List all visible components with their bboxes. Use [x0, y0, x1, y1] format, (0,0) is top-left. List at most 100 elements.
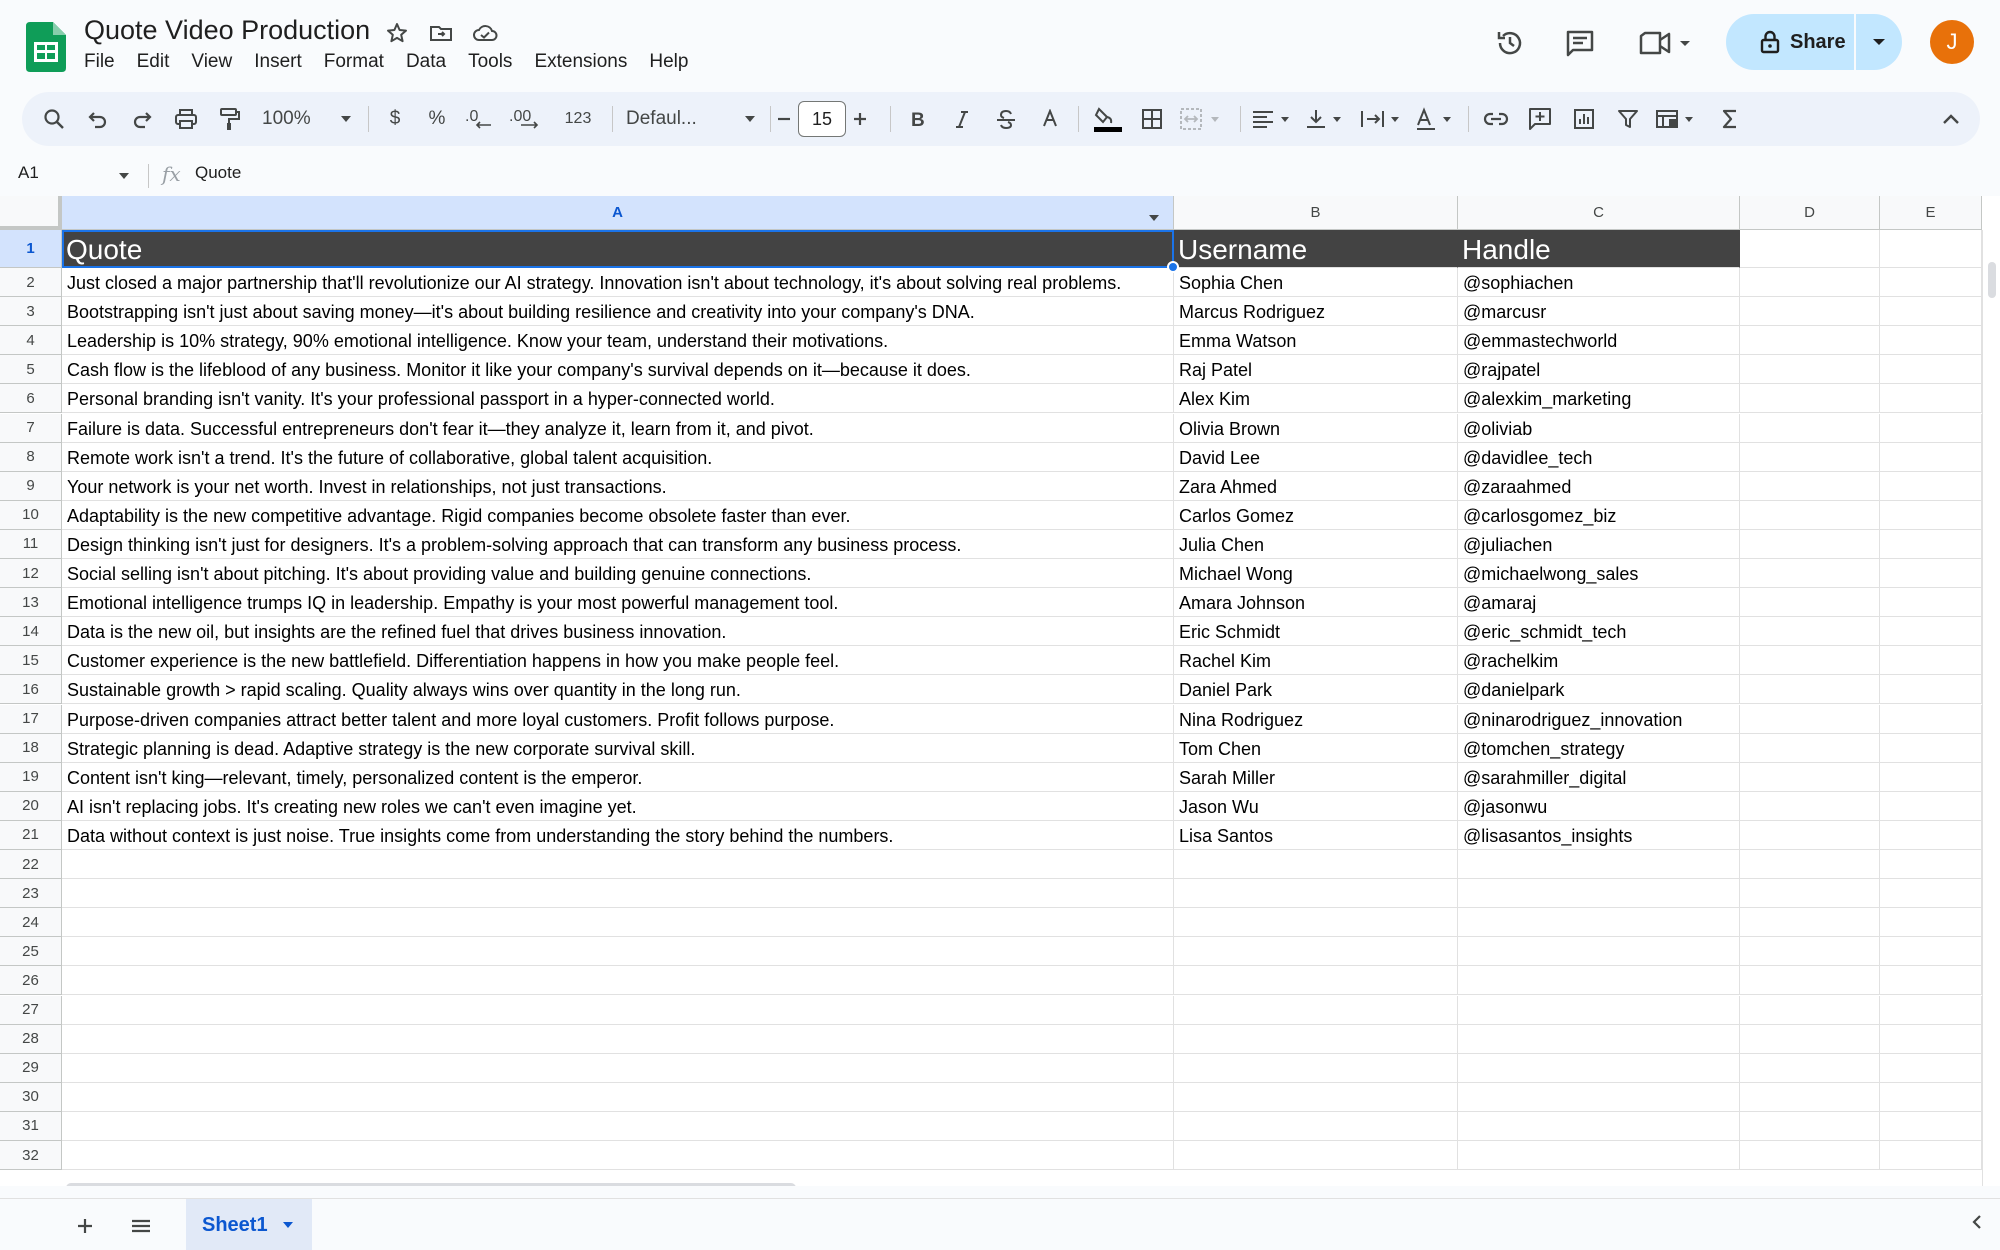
- table-cell[interactable]: Sustainable growth > rapid scaling. Qual…: [62, 675, 1174, 705]
- table-cell[interactable]: @lisasantos_insights: [1458, 820, 1740, 850]
- table-cell[interactable]: [1740, 355, 1880, 385]
- table-cell[interactable]: [1174, 1082, 1458, 1112]
- row-header[interactable]: 5: [0, 355, 62, 385]
- row-header[interactable]: 27: [0, 995, 62, 1025]
- table-cell[interactable]: Content isn't king—relevant, timely, per…: [62, 762, 1174, 792]
- valign-icon[interactable]: [1304, 99, 1350, 139]
- table-cell[interactable]: [1880, 559, 1982, 589]
- table-cell[interactable]: Michael Wong: [1174, 559, 1458, 589]
- table-cell[interactable]: [1880, 588, 1982, 618]
- table-cell[interactable]: [1458, 1053, 1740, 1083]
- table-cell[interactable]: [1880, 355, 1982, 385]
- table-cell[interactable]: @rachelkim: [1458, 646, 1740, 676]
- row-header[interactable]: 6: [0, 384, 62, 414]
- table-cell[interactable]: [62, 850, 1174, 880]
- name-box[interactable]: A1: [18, 163, 39, 183]
- menu-extensions[interactable]: Extensions: [523, 51, 638, 73]
- table-cell[interactable]: @sophiachen: [1458, 268, 1740, 298]
- table-cell[interactable]: [1880, 966, 1982, 996]
- table-cell[interactable]: Marcus Rodriguez: [1174, 297, 1458, 327]
- table-cell[interactable]: @ninarodriguez_innovation: [1458, 704, 1740, 734]
- column-header-c[interactable]: C: [1458, 196, 1740, 230]
- row-header[interactable]: 12: [0, 559, 62, 589]
- table-cell[interactable]: [1174, 1141, 1458, 1171]
- table-cell[interactable]: [1740, 675, 1880, 705]
- print-icon[interactable]: [168, 99, 204, 139]
- borders-icon[interactable]: [1134, 99, 1170, 139]
- row-header[interactable]: 24: [0, 908, 62, 938]
- row-header[interactable]: 13: [0, 588, 62, 618]
- table-cell[interactable]: [1740, 820, 1880, 850]
- zoom-select[interactable]: 100%: [262, 99, 352, 139]
- table-cell[interactable]: [1458, 1141, 1740, 1171]
- table-cell[interactable]: @eric_schmidt_tech: [1458, 617, 1740, 647]
- vertical-scrollbar[interactable]: [1982, 230, 2000, 1186]
- table-cell[interactable]: Zara Ahmed: [1174, 471, 1458, 501]
- font-select[interactable]: Defaul...: [626, 99, 756, 139]
- fill-handle[interactable]: [1167, 261, 1179, 273]
- rotate-icon[interactable]: [1414, 99, 1460, 139]
- spreadsheet-grid[interactable]: A B C D E 1 Quote Username Handle 2 Just closed a …: [0, 196, 2000, 1186]
- header-cell[interactable]: Quote: [62, 230, 1174, 268]
- avatar[interactable]: J: [1930, 20, 1974, 64]
- strikethrough-icon[interactable]: [988, 99, 1024, 139]
- table-cell[interactable]: [1458, 937, 1740, 967]
- table-cell[interactable]: Rachel Kim: [1174, 646, 1458, 676]
- table-cell[interactable]: [1880, 646, 1982, 676]
- share-options-button[interactable]: [1856, 14, 1902, 70]
- table-cell[interactable]: Customer experience is the new battlefie…: [62, 646, 1174, 676]
- document-title[interactable]: Quote Video Production: [84, 15, 370, 46]
- menu-view[interactable]: View: [180, 51, 243, 73]
- sheet-tab[interactable]: Sheet1: [186, 1199, 312, 1250]
- decrease-decimal-button[interactable]: .0: [462, 99, 498, 139]
- plus-icon[interactable]: [848, 99, 872, 139]
- table-cell[interactable]: Amara Johnson: [1174, 588, 1458, 618]
- table-cell[interactable]: [1740, 1053, 1880, 1083]
- table-cell[interactable]: [62, 937, 1174, 967]
- row-header[interactable]: 4: [0, 326, 62, 356]
- table-cell[interactable]: @michaelwong_sales: [1458, 559, 1740, 589]
- cloud-status-icon[interactable]: [470, 18, 500, 48]
- row-header[interactable]: 32: [0, 1141, 62, 1171]
- horizontal-scrollbar[interactable]: [62, 1180, 1982, 1186]
- row-header[interactable]: 17: [0, 704, 62, 734]
- redo-icon[interactable]: [124, 99, 160, 139]
- header-cell[interactable]: [1740, 230, 1880, 268]
- increase-decimal-button[interactable]: .00: [506, 99, 546, 139]
- row-header[interactable]: 7: [0, 413, 62, 443]
- table-cell[interactable]: [62, 1053, 1174, 1083]
- table-cell[interactable]: @marcusr: [1458, 297, 1740, 327]
- table-cell[interactable]: [62, 879, 1174, 909]
- table-cell[interactable]: @danielpark: [1458, 675, 1740, 705]
- table-cell[interactable]: @zaraahmed: [1458, 471, 1740, 501]
- menu-tools[interactable]: Tools: [457, 51, 523, 73]
- table-cell[interactable]: @sarahmiller_digital: [1458, 762, 1740, 792]
- table-cell[interactable]: Data is the new oil, but insights are th…: [62, 617, 1174, 647]
- table-cell[interactable]: [1880, 326, 1982, 356]
- table-cell[interactable]: [62, 1141, 1174, 1171]
- column-header-a[interactable]: A: [62, 196, 1174, 230]
- table-cell[interactable]: [1174, 850, 1458, 880]
- font-size-input[interactable]: 15: [798, 101, 846, 137]
- select-all-corner[interactable]: [0, 196, 62, 230]
- table-cell[interactable]: [1458, 966, 1740, 996]
- table-cell[interactable]: [1880, 1111, 1982, 1141]
- scrollbar-thumb[interactable]: [66, 1183, 796, 1186]
- collapse-icon[interactable]: [1936, 99, 1966, 139]
- menu-edit[interactable]: Edit: [126, 51, 181, 73]
- row-header[interactable]: 25: [0, 937, 62, 967]
- table-cell[interactable]: [1740, 762, 1880, 792]
- table-cell[interactable]: Just closed a major partnership that'll …: [62, 268, 1174, 298]
- table-cell[interactable]: [62, 1111, 1174, 1141]
- table-cell[interactable]: [1880, 762, 1982, 792]
- table-cell[interactable]: [1740, 850, 1880, 880]
- row-header[interactable]: 26: [0, 966, 62, 996]
- table-cell[interactable]: [1880, 879, 1982, 909]
- table-cell[interactable]: Leadership is 10% strategy, 90% emotiona…: [62, 326, 1174, 356]
- row-header[interactable]: 31: [0, 1111, 62, 1141]
- row-header[interactable]: 15: [0, 646, 62, 676]
- undo-icon[interactable]: [80, 99, 116, 139]
- table-cell[interactable]: [1880, 820, 1982, 850]
- filter-views-icon[interactable]: [1654, 99, 1704, 139]
- table-cell[interactable]: [1458, 1111, 1740, 1141]
